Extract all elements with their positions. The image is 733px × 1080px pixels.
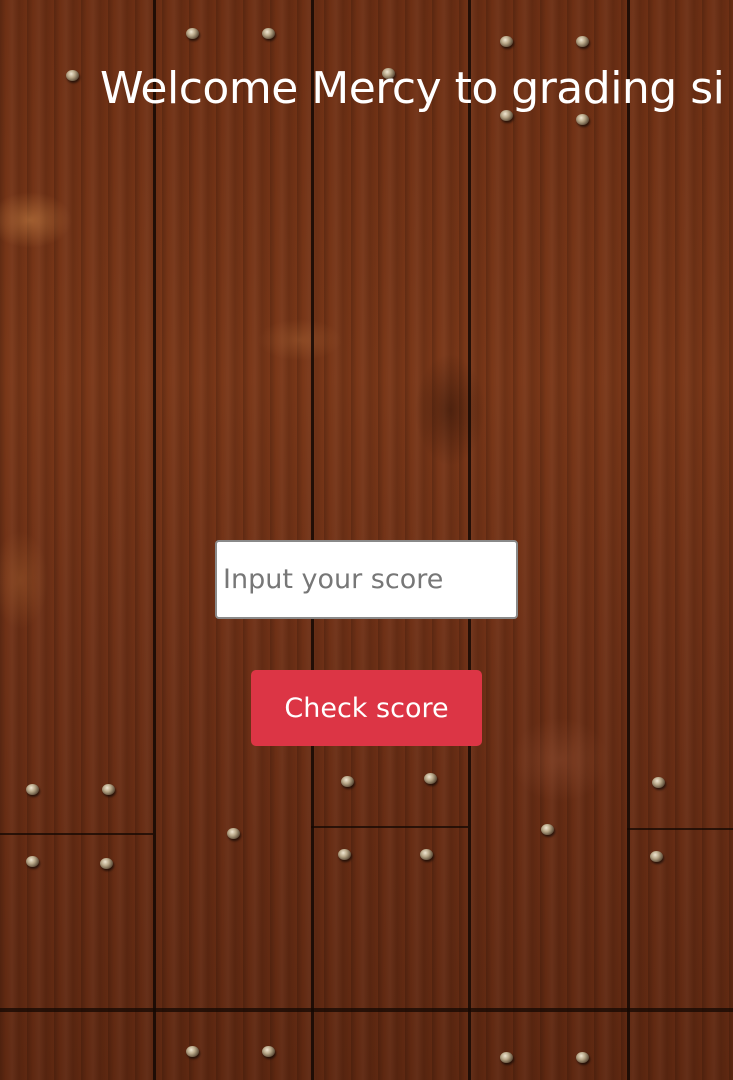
header: Welcome Mercy to grading si [0,0,733,140]
plank-cross-seam [311,826,468,828]
rivet-decoration [650,851,663,862]
score-input[interactable] [215,540,518,619]
rivet-decoration [262,1046,275,1057]
plank-cross-seam [0,833,153,835]
rivet-decoration [227,828,240,839]
rivet-decoration [338,849,351,860]
rivet-decoration [186,1046,199,1057]
plank-seam [153,0,156,1080]
rivet-decoration [576,1052,589,1063]
rivet-decoration [541,824,554,835]
rivet-decoration [26,856,39,867]
plank-cross-seam [0,1008,733,1012]
rivet-decoration [420,849,433,860]
rivet-decoration [26,784,39,795]
rivet-decoration [652,777,665,788]
rivet-decoration [102,784,115,795]
rivet-decoration [100,858,113,869]
rivet-decoration [341,776,354,787]
rivet-decoration [424,773,437,784]
rivet-decoration [500,1052,513,1063]
page-title: Welcome Mercy to grading si [100,63,725,114]
check-score-button[interactable]: Check score [251,670,482,746]
plank-cross-seam [627,828,733,830]
plank-seam [627,0,630,1080]
